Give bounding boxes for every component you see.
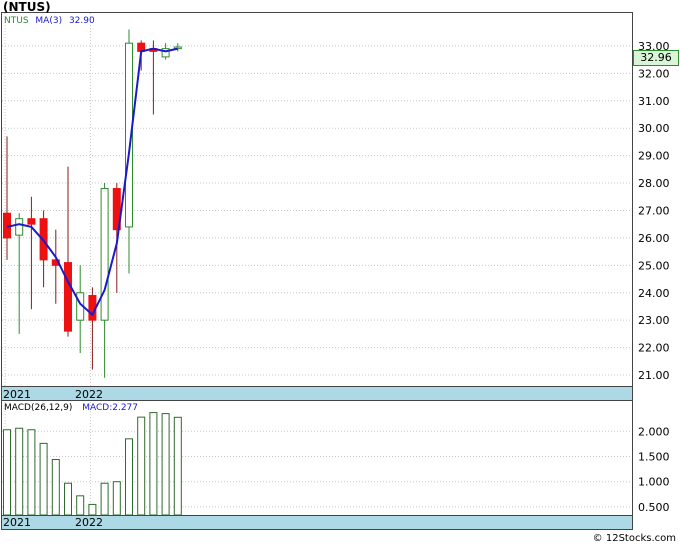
- macd-date-label-2021: 2021: [3, 516, 31, 529]
- candle-body: [27, 218, 36, 225]
- macd-bar: [51, 459, 60, 516]
- macd-legend: MACD(26,12,9) MACD:2.277: [4, 403, 138, 413]
- price-tick-label: 21.00: [638, 369, 670, 382]
- price-axis-labels: 21.00 22.00 23.00 24.00 25.00 26.00 27.00 28.00…: [638, 40, 670, 382]
- macd-bar: [39, 442, 48, 516]
- legend: NTUS MA(3) 32.90: [4, 16, 95, 26]
- price-tick-label: 26.00: [638, 232, 670, 245]
- price-gridlines: [2, 13, 632, 386]
- macd-bar: [15, 427, 24, 516]
- price-tick-label: 23.00: [638, 314, 670, 327]
- macd-legend-label: MACD(26,12,9): [4, 403, 73, 413]
- candle-body: [15, 218, 24, 236]
- stock-chart: 21.00 22.00 23.00 24.00 25.00 26.00 27.00 28.00…: [1, 12, 670, 530]
- macd-bar: [27, 429, 36, 516]
- macd-bar: [137, 416, 146, 516]
- legend-ma-label: MA(3): [35, 16, 63, 26]
- price-date-label-2021: 2021: [3, 388, 31, 401]
- moving-average: [6, 47, 179, 317]
- macd-tick-label: 1.000: [638, 476, 670, 489]
- macd-bar: [173, 416, 182, 516]
- chart-title: (NTUS): [3, 0, 51, 14]
- macd-bars: [3, 412, 182, 516]
- macd-bar: [125, 438, 133, 516]
- candle-body: [100, 188, 109, 321]
- price-tick-label: 24.00: [638, 287, 670, 300]
- macd-bar: [100, 482, 109, 516]
- macd-axis-labels: 0.500 1.000 1.500 2.000: [638, 425, 670, 514]
- price-tick-label: 31.00: [638, 95, 670, 108]
- macd-bar: [149, 412, 158, 516]
- macd-tick-label: 2.000: [638, 425, 670, 438]
- macd-bar: [88, 503, 97, 516]
- macd-gridlines: [2, 402, 632, 515]
- price-frame: [1, 12, 633, 387]
- macd-bar: [76, 495, 85, 516]
- price-date-label-2022: 2022: [75, 388, 103, 401]
- macd-bar: [161, 413, 170, 516]
- chart-frames: [1, 12, 633, 530]
- macd-bar: [3, 429, 11, 516]
- legend-ma-value: 32.90: [68, 16, 95, 26]
- macd-legend-value: MACD:2.277: [82, 403, 139, 413]
- macd-bar: [64, 482, 72, 516]
- macd-bar: [112, 481, 121, 516]
- price-candles: [3, 29, 182, 378]
- macd-tick-label: 1.500: [638, 450, 670, 463]
- price-tick-label: 28.00: [638, 177, 670, 190]
- last-price-tag: 32.96: [633, 50, 679, 66]
- legend-ticker: NTUS: [4, 16, 29, 26]
- price-tick-label: 27.00: [638, 204, 670, 217]
- ma3-line: [6, 47, 179, 317]
- price-tick-label: 22.00: [638, 342, 670, 355]
- macd-frame: [1, 400, 633, 516]
- price-tick-label: 29.00: [638, 150, 670, 163]
- price-tick-label: 30.00: [638, 122, 670, 135]
- watermark: © 12Stocks.com: [592, 533, 676, 544]
- macd-tick-label: 0.500: [638, 501, 670, 514]
- candle-body: [64, 262, 72, 332]
- price-tick-label: 32.00: [638, 67, 670, 80]
- macd-date-label-2022: 2022: [75, 516, 103, 529]
- price-tick-label: 25.00: [638, 259, 670, 272]
